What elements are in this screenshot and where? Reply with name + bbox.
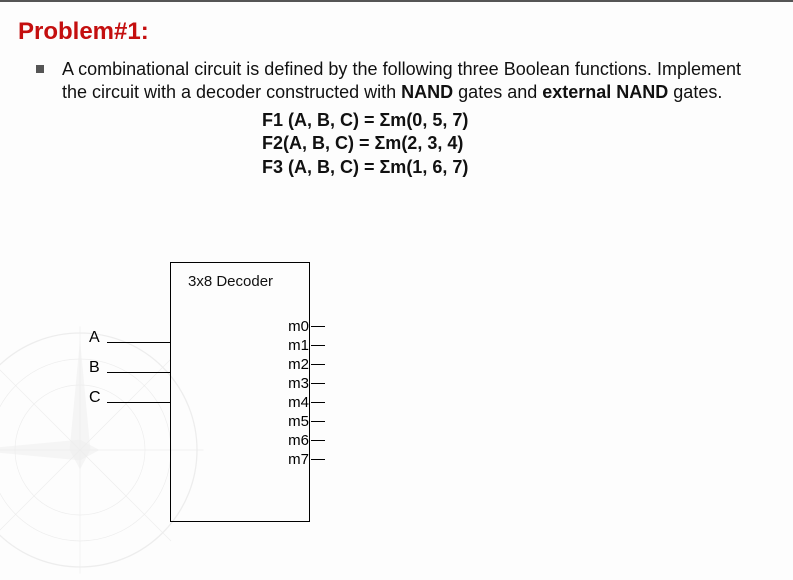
output-label-m7: m7 <box>288 451 309 468</box>
output-row: m4 <box>288 393 325 412</box>
output-wire <box>311 383 325 384</box>
input-row-a: A <box>89 323 171 353</box>
output-row: m6 <box>288 431 325 450</box>
output-row: m7 <box>288 450 325 469</box>
output-label-m2: m2 <box>288 356 309 373</box>
page-content: Problem#1: A combinational circuit is de… <box>0 0 793 179</box>
output-wire <box>311 402 325 403</box>
equation-f3: F3 (A, B, C) = Σm(1, 6, 7) <box>262 156 741 179</box>
output-wire <box>311 345 325 346</box>
decoder-title: 3x8 Decoder <box>188 273 273 290</box>
output-label-m3: m3 <box>288 375 309 392</box>
output-label-m0: m0 <box>288 318 309 335</box>
output-label-m6: m6 <box>288 432 309 449</box>
equation-f2: F2(A, B, C) = Σm(2, 3, 4) <box>262 132 741 155</box>
text-bold-nand: NAND <box>401 82 453 102</box>
bullet-icon <box>36 65 44 73</box>
decoder-diagram: 3x8 Decoder A B C m0 m1 m2 m <box>170 262 370 522</box>
decoder-box: 3x8 Decoder A B C m0 m1 m2 m <box>170 262 310 522</box>
output-row: m3 <box>288 374 325 393</box>
output-label-m5: m5 <box>288 413 309 430</box>
problem-statement: A combinational circuit is defined by th… <box>62 58 741 179</box>
output-row: m5 <box>288 412 325 431</box>
output-wire <box>311 459 325 460</box>
input-row-b: B <box>89 353 171 383</box>
text-bold-external-nand: external NAND <box>542 82 668 102</box>
input-label-c: C <box>89 389 107 407</box>
output-wire <box>311 364 325 365</box>
text-part2: gates and <box>453 82 542 102</box>
decoder-outputs: m0 m1 m2 m3 m4 m5 m6 m7 <box>288 317 325 469</box>
output-wire <box>311 421 325 422</box>
output-row: m1 <box>288 336 325 355</box>
equations-block: F1 (A, B, C) = Σm(0, 5, 7) F2(A, B, C) =… <box>262 109 741 179</box>
output-wire <box>311 440 325 441</box>
bullet-paragraph: A combinational circuit is defined by th… <box>36 58 741 179</box>
input-row-c: C <box>89 383 171 413</box>
input-label-b: B <box>89 359 107 377</box>
output-row: m2 <box>288 355 325 374</box>
text-part3: gates. <box>668 82 722 102</box>
output-label-m4: m4 <box>288 394 309 411</box>
input-wire <box>107 372 171 373</box>
decoder-inputs: A B C <box>89 323 171 413</box>
output-wire <box>311 326 325 327</box>
input-wire <box>107 402 171 403</box>
problem-title: Problem#1: <box>18 18 741 46</box>
output-row: m0 <box>288 317 325 336</box>
input-wire <box>107 342 171 343</box>
equation-f1: F1 (A, B, C) = Σm(0, 5, 7) <box>262 109 741 132</box>
output-label-m1: m1 <box>288 337 309 354</box>
input-label-a: A <box>89 329 107 347</box>
